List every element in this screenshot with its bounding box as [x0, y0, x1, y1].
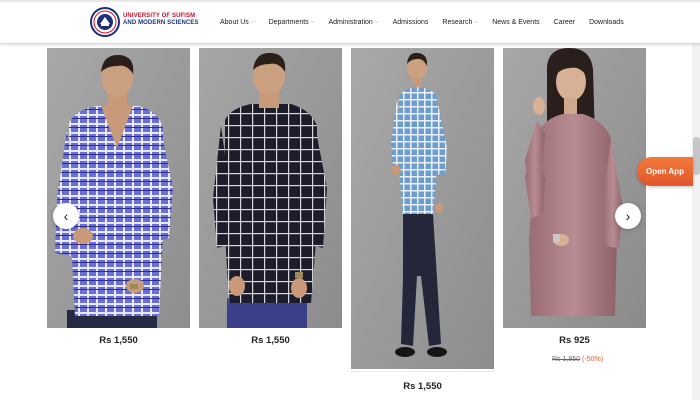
nav-administration[interactable]: Administration ⌵: [328, 19, 378, 26]
product-price: Rs 925: [559, 335, 590, 346]
chevron-down-icon: ⌵: [474, 19, 479, 25]
nav-career[interactable]: Career: [554, 19, 575, 26]
original-price: Rs 1,850: [552, 356, 581, 363]
scrollbar-track[interactable]: [692, 44, 700, 400]
product-image[interactable]: [47, 48, 190, 328]
scrollbar-thumb[interactable]: [693, 137, 700, 175]
product-divider: [351, 371, 494, 372]
nav-label: About Us: [220, 18, 249, 26]
nav-downloads[interactable]: Downloads: [589, 19, 624, 26]
open-app-label: Open App: [646, 167, 684, 176]
university-crest-icon[interactable]: [90, 7, 120, 37]
product-card[interactable]: Rs 1,550: [199, 48, 342, 348]
nav-admissions[interactable]: Admissions: [393, 19, 429, 26]
nav-label: Downloads: [589, 18, 624, 26]
product-price: Rs 1,550: [251, 335, 290, 346]
chevron-down-icon: ⌵: [250, 19, 255, 25]
product-price: Rs 1,550: [403, 381, 442, 392]
product-card[interactable]: Rs 1,550: [351, 48, 494, 398]
nav-about-us[interactable]: About Us ⌵: [220, 19, 255, 26]
brand-line-1: UNIVERSITY OF SUFISM: [123, 13, 196, 19]
chevron-down-icon: ⌵: [310, 19, 315, 25]
product-image[interactable]: [503, 48, 646, 328]
carousel-next-button[interactable]: ›: [615, 203, 641, 229]
nav-research[interactable]: Research ⌵: [442, 19, 478, 26]
chevron-down-icon: ⌵: [374, 19, 379, 25]
product-old-price: Rs 1,850 (-50%): [552, 356, 603, 363]
site-header: UNIVERSITY OF SUFISM AND MODERN SCIENCES…: [0, 0, 700, 44]
brand-line-2: AND MODERN SCIENCES: [123, 20, 199, 26]
nav-label: Administration: [328, 18, 373, 26]
product-price: Rs 1,550: [99, 335, 138, 346]
chevron-right-icon: ›: [625, 208, 631, 224]
product-card[interactable]: Rs 1,550: [47, 48, 190, 348]
page: UNIVERSITY OF SUFISM AND MODERN SCIENCES…: [0, 0, 700, 400]
main-nav: About Us ⌵ Departments ⌵ Administration ⌵ A…: [220, 16, 624, 28]
nav-label: Research: [442, 18, 473, 26]
university-name[interactable]: UNIVERSITY OF SUFISM AND MODERN SCIENCES: [123, 13, 199, 27]
product-image[interactable]: [351, 48, 494, 369]
nav-label: Departments: [268, 18, 309, 26]
header-top-rule: [0, 0, 700, 2]
nav-label: News & Events: [492, 18, 540, 26]
product-image[interactable]: [199, 48, 342, 328]
nav-departments[interactable]: Departments ⌵: [269, 19, 315, 26]
discount-badge: (-50%): [582, 356, 604, 363]
nav-label: Admissions: [392, 18, 429, 26]
nav-news-events[interactable]: News & Events: [492, 19, 539, 26]
nav-label: Career: [553, 18, 576, 26]
open-app-button[interactable]: Open App: [637, 157, 693, 186]
carousel-prev-button[interactable]: ‹: [53, 203, 79, 229]
chevron-left-icon: ‹: [63, 208, 69, 224]
